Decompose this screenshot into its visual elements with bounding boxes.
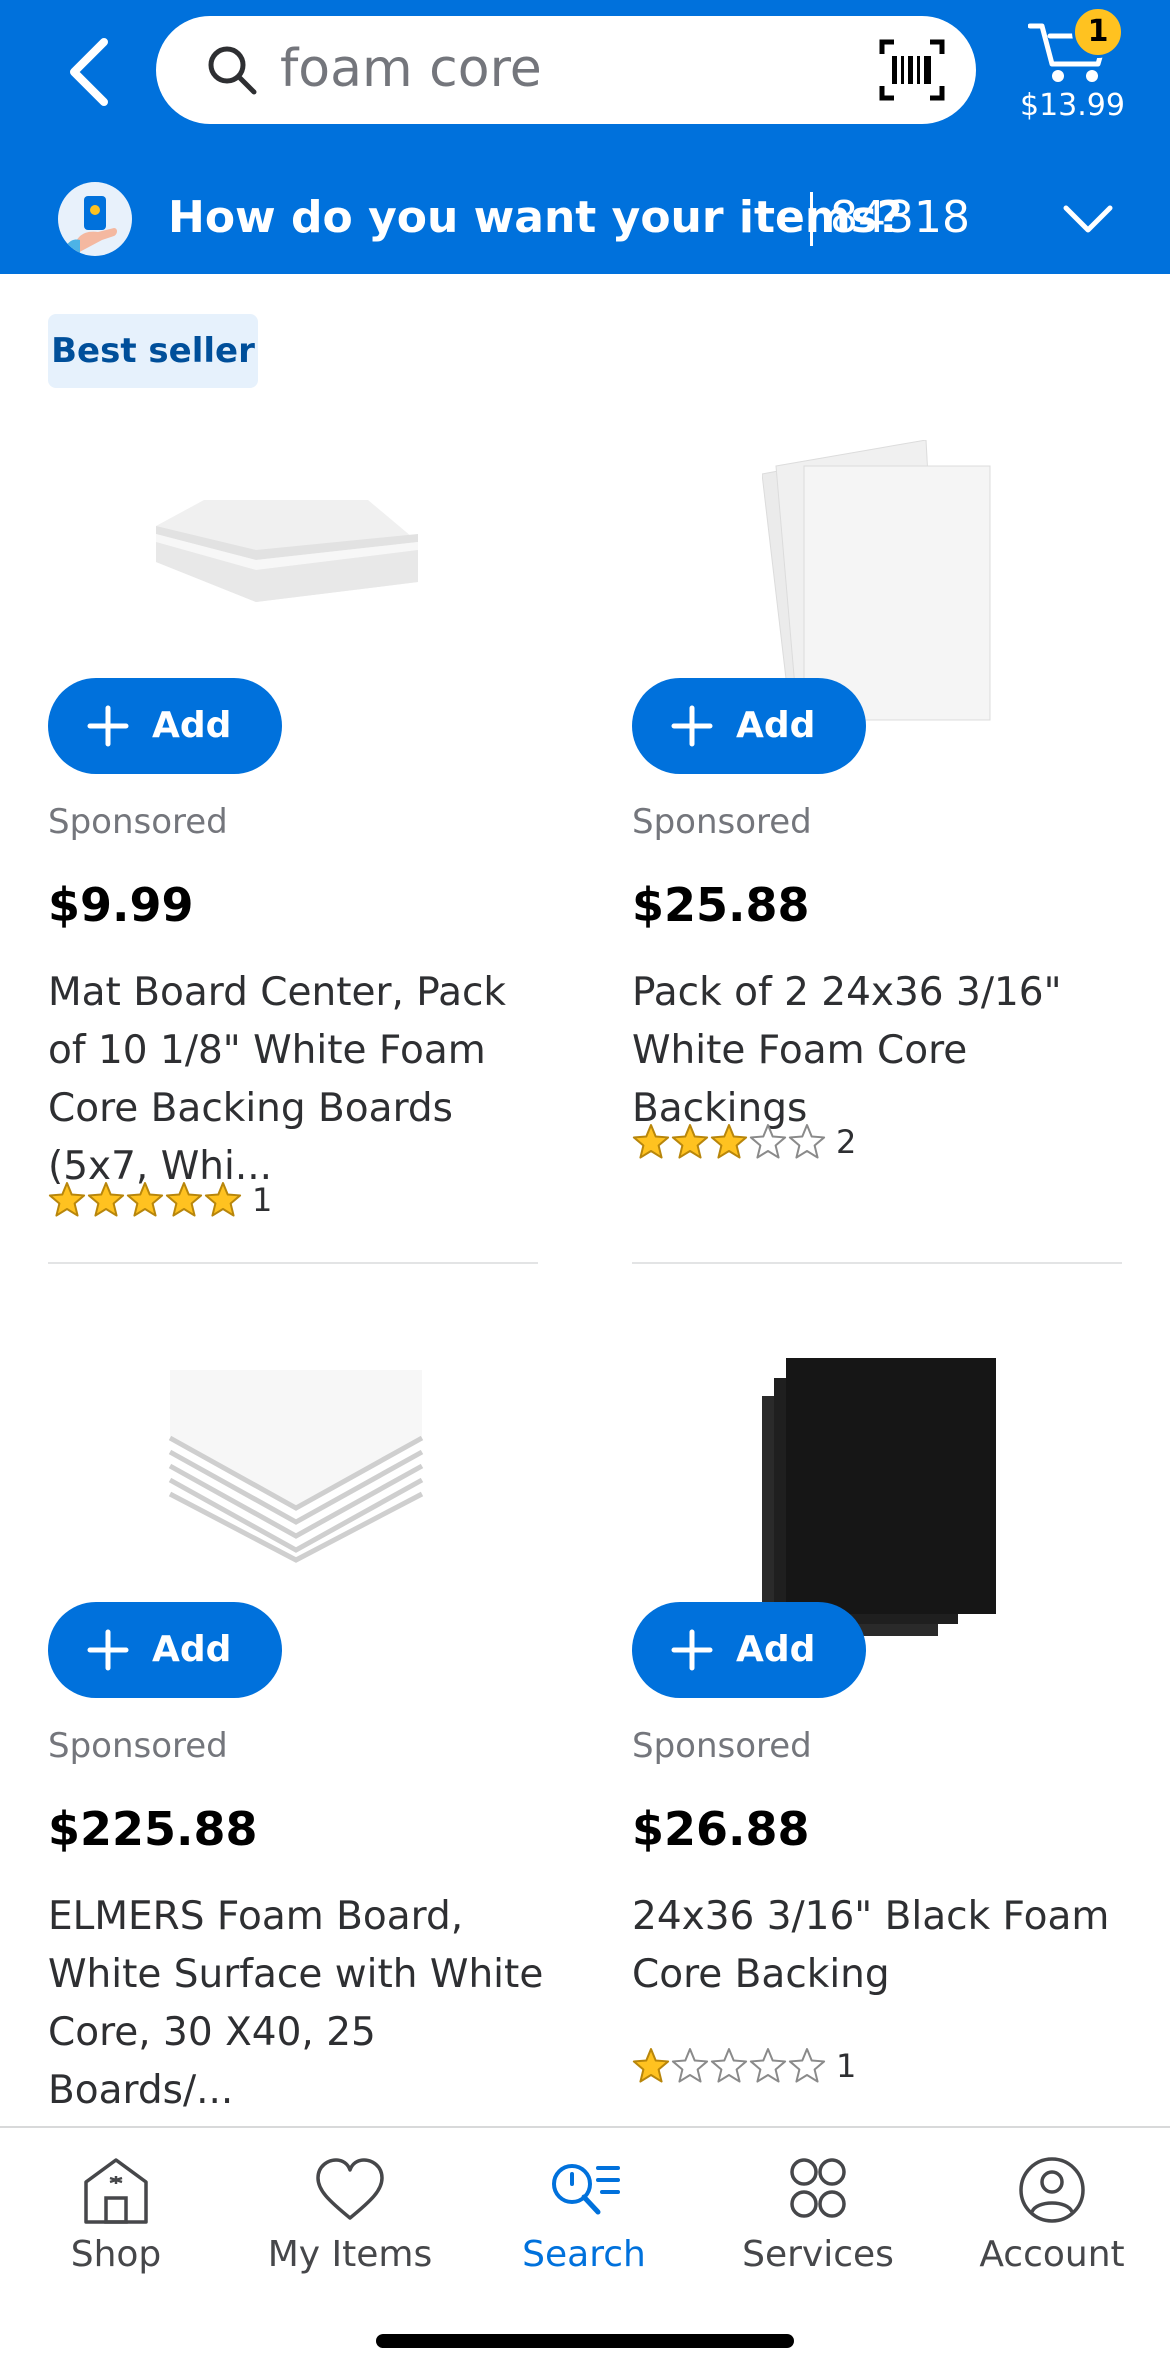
search-list-icon — [552, 2164, 620, 2215]
product-price: $25.88 — [632, 878, 810, 932]
product-title[interactable]: ELMERS Foam Board, White Surface with Wh… — [48, 1888, 548, 2120]
star-filled-icon — [126, 1182, 164, 1217]
add-to-cart-button[interactable]: Add — [48, 1602, 282, 1698]
sponsored-label: Sponsored — [48, 1726, 228, 1766]
nav-account[interactable]: Account — [952, 2154, 1152, 2294]
zip-code: 84318 — [830, 192, 970, 243]
sponsored-label: Sponsored — [632, 1726, 812, 1766]
nav-label: Search — [522, 2234, 646, 2275]
divider — [48, 1262, 538, 1264]
review-count: 1 — [836, 2047, 857, 2085]
star-filled-icon — [632, 2048, 670, 2083]
star-filled-icon — [671, 1124, 709, 1159]
top-bar: foam core 1 $13.99 — [0, 0, 1170, 168]
product-price: $26.88 — [632, 1802, 810, 1856]
sponsored-label: Sponsored — [632, 802, 812, 842]
rating-stars-icon — [632, 2048, 826, 2083]
nav-my-items[interactable]: My Items — [250, 2154, 450, 2294]
star-empty-icon — [788, 1124, 826, 1159]
nav-search[interactable]: Search — [484, 2154, 684, 2294]
star-filled-icon — [710, 1124, 748, 1159]
nav-label: My Items — [267, 2234, 433, 2275]
best-seller-badge: Best seller — [48, 314, 258, 388]
product-price: $9.99 — [48, 878, 194, 932]
divider — [810, 192, 813, 246]
rating-stars-icon — [632, 1124, 826, 1159]
product-price: $225.88 — [48, 1802, 258, 1856]
star-filled-icon — [87, 1182, 125, 1217]
divider — [632, 1262, 1122, 1264]
product-image[interactable] — [166, 1368, 426, 1564]
nav-label: Shop — [70, 2234, 162, 2275]
add-label: Add — [736, 705, 816, 746]
nav-shop[interactable]: Shop — [16, 2154, 216, 2294]
add-to-cart-button[interactable]: Add — [632, 678, 866, 774]
chevron-down-icon[interactable] — [1062, 198, 1114, 238]
add-label: Add — [736, 1629, 816, 1670]
sponsored-label: Sponsored — [48, 802, 228, 842]
account-icon — [1019, 2157, 1085, 2223]
add-label: Add — [152, 705, 232, 746]
review-count: 2 — [836, 1123, 857, 1161]
nav-label: Account — [979, 2234, 1125, 2275]
add-to-cart-button[interactable]: Add — [632, 1602, 866, 1698]
store-icon — [84, 2158, 148, 2224]
star-empty-icon — [749, 1124, 787, 1159]
home-indicator — [376, 2334, 794, 2348]
search-bar[interactable]: foam core — [156, 16, 976, 124]
star-empty-icon — [710, 2048, 748, 2083]
heart-icon — [316, 2158, 384, 2220]
product-card[interactable]: Add Sponsored $9.99 Mat Board Center, Pa… — [48, 420, 538, 1220]
plus-icon — [87, 705, 129, 747]
services-grid-icon — [790, 2158, 846, 2218]
cart-count-badge: 1 — [1072, 6, 1124, 58]
search-input[interactable]: foam core — [280, 34, 542, 104]
star-filled-icon — [48, 1182, 86, 1217]
product-image[interactable] — [762, 1352, 998, 1642]
nav-services[interactable]: Services — [718, 2154, 918, 2294]
product-title[interactable]: Mat Board Center, Pack of 10 1/8" White … — [48, 964, 548, 1196]
back-arrow-icon[interactable] — [60, 34, 120, 110]
cart-total: $13.99 — [1020, 88, 1125, 123]
barcode-scan-icon[interactable] — [878, 38, 946, 102]
star-filled-icon — [632, 1124, 670, 1159]
star-filled-icon — [204, 1182, 242, 1217]
star-empty-icon — [788, 2048, 826, 2083]
fulfillment-icon — [58, 182, 132, 256]
plus-icon — [671, 705, 713, 747]
product-card[interactable]: Add Sponsored $225.88 ELMERS Foam Board,… — [48, 1344, 543, 2113]
star-filled-icon — [165, 1182, 203, 1217]
product-card[interactable]: Add Sponsored $25.88 Pack of 2 24x36 3/1… — [632, 420, 1122, 1220]
fulfillment-question: How do you want your items? — [168, 192, 903, 243]
nav-label: Services — [742, 2234, 894, 2275]
add-to-cart-button[interactable]: Add — [48, 678, 282, 774]
product-image[interactable] — [148, 490, 428, 630]
star-empty-icon — [671, 2048, 709, 2083]
review-count: 1 — [252, 1181, 273, 1219]
plus-icon — [671, 1629, 713, 1671]
rating-stars-icon — [48, 1182, 242, 1217]
plus-icon — [87, 1629, 129, 1671]
cart-button[interactable]: 1 $13.99 — [1020, 6, 1160, 136]
product-title[interactable]: 24x36 3/16" Black Foam Core Backing — [632, 1888, 1152, 2004]
search-icon — [208, 46, 257, 95]
star-empty-icon — [749, 2048, 787, 2083]
product-title[interactable]: Pack of 2 24x36 3/16" White Foam Core Ba… — [632, 964, 1152, 1138]
product-card[interactable]: Add Sponsored $26.88 24x36 3/16" Black F… — [632, 1344, 1122, 2104]
add-label: Add — [152, 1629, 232, 1670]
fulfillment-selector[interactable]: How do you want your items? 84318 — [0, 168, 1170, 274]
